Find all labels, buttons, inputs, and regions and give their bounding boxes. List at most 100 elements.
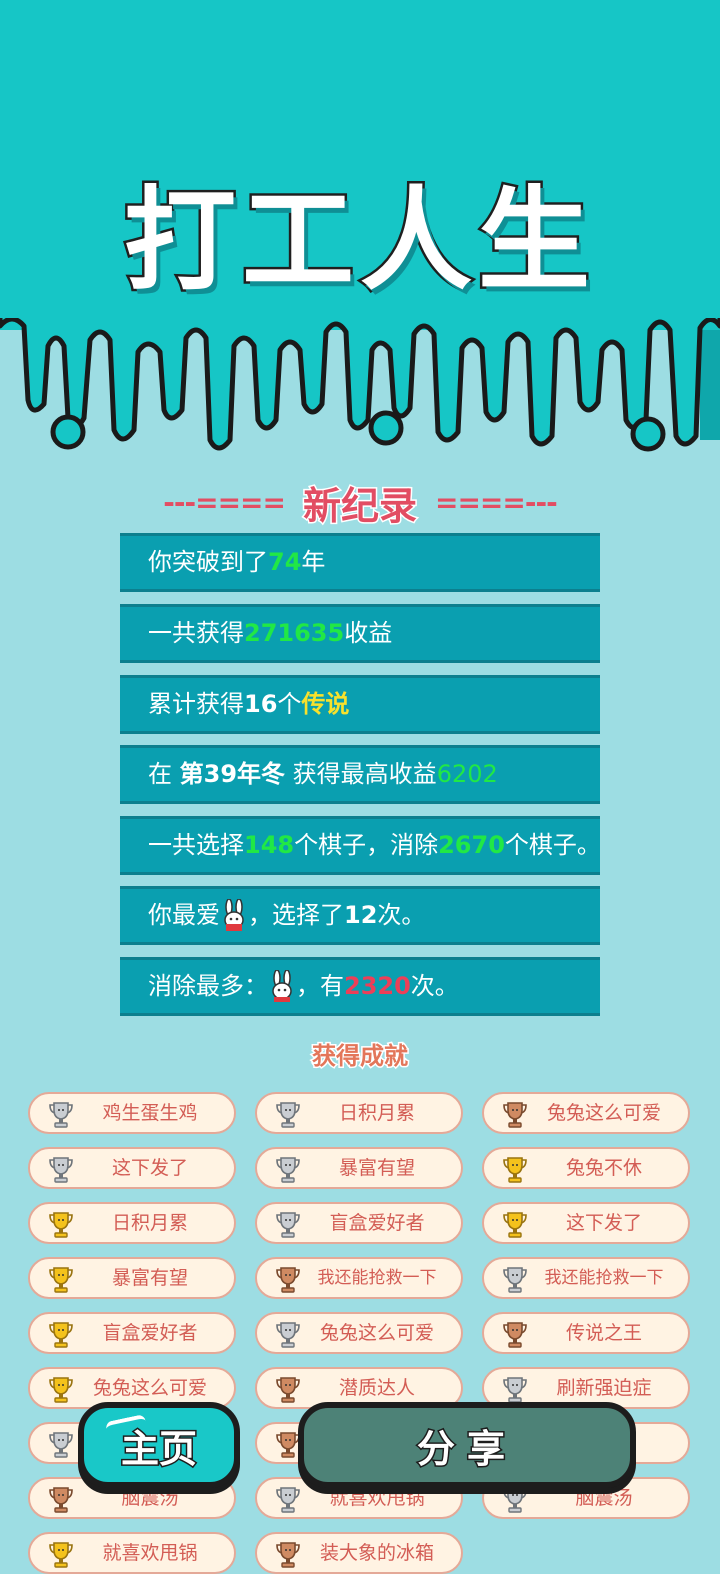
achievement-badge[interactable]: 鸡生蛋生鸡 (28, 1092, 236, 1134)
stat-years: 你突破到了74年 (120, 533, 600, 592)
achievements-title: 获得成就 (311, 1041, 410, 1072)
trophy-icon (276, 1542, 300, 1568)
stat-value: 6202 (436, 760, 498, 788)
stat-value: 16 (244, 690, 278, 718)
trophy-icon (49, 1377, 73, 1403)
trophy-icon (503, 1157, 527, 1183)
home-button[interactable]: 主页 (78, 1402, 240, 1488)
game-title: 打工人生 (122, 174, 596, 309)
stat-text: 个棋子，消除 (294, 831, 439, 859)
share-button[interactable]: 分享 (298, 1402, 636, 1488)
bunny-icon (224, 899, 244, 931)
new-record-heading: ---==== 新纪录 ====--- (0, 478, 720, 529)
trophy-icon (49, 1157, 73, 1183)
trophy-icon (49, 1102, 73, 1128)
trophy-icon (276, 1377, 300, 1403)
achievement-badge[interactable]: 兔兔这么可爱 (255, 1312, 463, 1354)
stat-season: 第39年冬 (179, 760, 286, 788)
achievement-label: 就喜欢甩锅 (102, 1542, 198, 1564)
achievement-badge[interactable]: 我还能抢救一下 (482, 1257, 690, 1299)
trophy-icon (49, 1212, 73, 1238)
achievement-badge[interactable]: 暴富有望 (28, 1257, 236, 1299)
achievement-label: 兔兔这么可爱 (546, 1102, 661, 1124)
achievement-badge[interactable]: 这下发了 (28, 1147, 236, 1189)
stat-text: 次。 (410, 972, 459, 1000)
stat-text: 累计获得 (148, 690, 244, 718)
stat-value: 148 (244, 831, 295, 859)
achievement-badge[interactable]: 装大象的冰箱 (255, 1532, 463, 1574)
stat-legends: 累计获得16个传说 (120, 675, 600, 734)
stat-earnings: 一共获得271635收益 (120, 604, 600, 663)
achievement-badge[interactable]: 兔兔这么可爱 (482, 1092, 690, 1134)
stat-text: 你突破到了 (148, 548, 268, 576)
bunny-icon (272, 970, 292, 1002)
new-record-title: 新纪录 (301, 482, 418, 529)
stat-text: 年 (301, 548, 326, 576)
trophy-icon (49, 1432, 73, 1458)
trophy-icon (276, 1267, 300, 1293)
achievement-label: 盲盒爱好者 (329, 1212, 425, 1234)
trophy-icon (49, 1267, 73, 1293)
stat-pieces: 一共选择148个棋子，消除2670个棋子。 (120, 816, 601, 875)
stat-value: 74 (268, 548, 302, 576)
trophy-icon (49, 1487, 73, 1513)
trophy-icon (49, 1542, 73, 1568)
trophy-icon (503, 1267, 527, 1293)
achievement-badge[interactable]: 盲盒爱好者 (28, 1312, 236, 1354)
stat-text: ，选择了 (248, 901, 344, 929)
trophy-icon (503, 1377, 527, 1403)
achievement-badge[interactable]: 兔兔不休 (482, 1147, 690, 1189)
stat-favorite: 你最爱 ，选择了12次。 (120, 886, 600, 945)
trophy-icon (503, 1487, 527, 1513)
trophy-icon (49, 1322, 73, 1348)
stat-text: 个 (277, 690, 302, 718)
achievement-label: 暴富有望 (338, 1157, 415, 1179)
achievement-badge[interactable]: 传说之王 (482, 1312, 690, 1354)
trophy-icon (276, 1102, 300, 1128)
achievement-label: 兔兔不休 (565, 1157, 642, 1179)
achievement-label: 兔兔这么可爱 (319, 1322, 434, 1344)
achievement-label: 盲盒爱好者 (102, 1322, 198, 1344)
legend-label: 传说 (301, 690, 350, 718)
stat-value: 2670 (438, 831, 505, 859)
achievement-label: 我还能抢救一下 (544, 1268, 664, 1288)
stat-text: 消除最多： (148, 972, 268, 1000)
achievement-badge[interactable]: 就喜欢甩锅 (28, 1532, 236, 1574)
trophy-icon (276, 1487, 300, 1513)
stat-value: 12 (344, 901, 378, 929)
achievement-badge[interactable]: 日积月累 (255, 1092, 463, 1134)
achievement-label: 我还能抢救一下 (317, 1268, 437, 1288)
trophy-icon (503, 1322, 527, 1348)
share-button-label: 分享 (415, 1425, 517, 1472)
stat-text: 获得最高收益 (285, 760, 437, 788)
stat-text: 收益 (344, 619, 393, 647)
stat-text: 次。 (377, 901, 426, 929)
achievement-badge[interactable]: 这下发了 (482, 1202, 690, 1244)
trophy-icon (503, 1102, 527, 1128)
stat-most-eliminated: 消除最多： ，有2320次。 (120, 957, 600, 1016)
achievement-badge[interactable]: 日积月累 (28, 1202, 236, 1244)
trophy-icon (276, 1322, 300, 1348)
trophy-icon (503, 1212, 527, 1238)
stat-best-season: 在 第39年冬 获得最高收益6202 (120, 745, 600, 804)
achievement-badge[interactable]: 盲盒爱好者 (255, 1202, 463, 1244)
stat-text: 在 (148, 760, 180, 788)
stat-value: 2320 (344, 972, 411, 1000)
stat-text: 一共选择 (148, 831, 244, 859)
achievement-label: 装大象的冰箱 (319, 1542, 434, 1564)
trophy-icon (276, 1212, 300, 1238)
stat-text: 一共获得 (148, 619, 244, 647)
achievement-label: 暴富有望 (111, 1267, 188, 1289)
record-dashes-right: ====--- (435, 485, 558, 519)
trophy-icon (276, 1157, 300, 1183)
stat-text: 个棋子。 (504, 831, 601, 859)
achievement-label: 传说之王 (565, 1322, 642, 1344)
record-dashes-left: ---==== (163, 485, 286, 519)
stat-text: ，有 (296, 972, 344, 1000)
achievement-badge[interactable]: 暴富有望 (255, 1147, 463, 1189)
achievement-badge[interactable]: 我还能抢救一下 (255, 1257, 463, 1299)
achievement-label: 日积月累 (111, 1212, 188, 1234)
achievement-label: 这下发了 (111, 1157, 188, 1179)
achievement-label: 鸡生蛋生鸡 (102, 1102, 198, 1124)
stat-text: 你最爱 (148, 901, 220, 929)
